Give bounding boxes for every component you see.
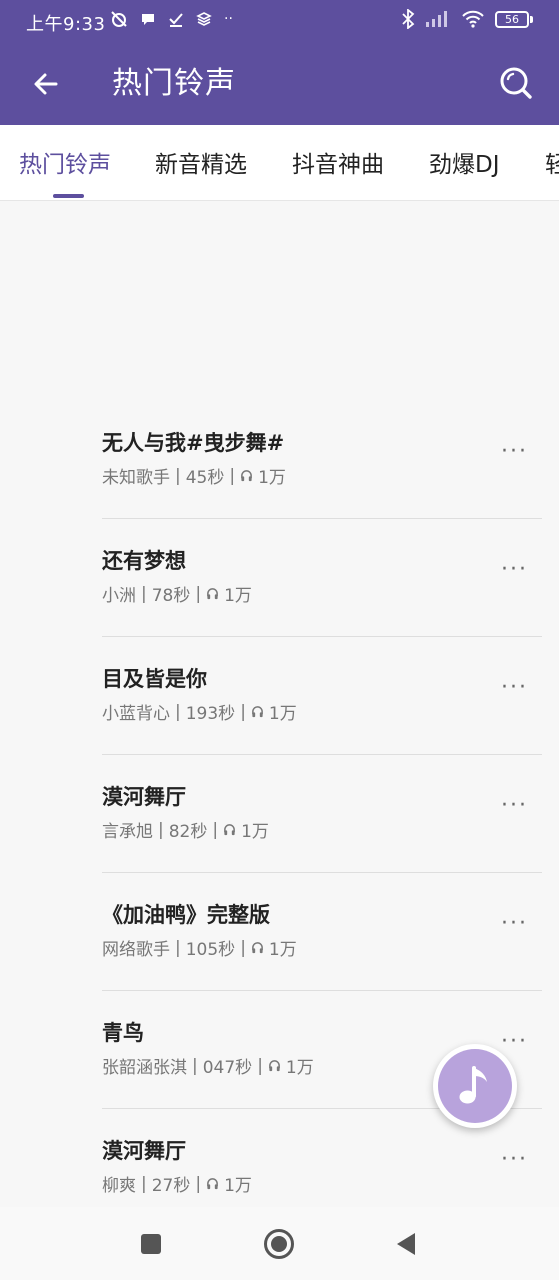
ringtone-title: 目及皆是你 [102,667,207,691]
list-item[interactable]: 漠河舞厅 言承旭 | 82秒 | 1万 ··· [102,755,542,873]
tab-light[interactable]: 轻 [545,145,559,179]
battery-level: 56 [495,10,529,28]
ringtone-meta: 未知歌手 | 45秒 | 1万 [102,463,286,489]
tab-douyin[interactable]: 抖音神曲 [292,145,384,179]
ringtone-meta: 网络歌手 | 105秒 | 1万 [102,935,297,961]
ringtone-duration: 78秒 [151,586,191,606]
list-item[interactable]: 目及皆是你 小蓝背心 | 193秒 | 1万 ··· [102,637,542,755]
system-back-button[interactable] [389,1227,423,1261]
ringtone-duration: 45秒 [185,468,225,488]
headphone-icon [252,706,263,718]
category-tabs: 热门铃声 新音精选 抖音神曲 劲爆DJ 轻 [0,125,559,201]
app-toolbar: 热门铃声 [0,44,559,125]
headphone-icon [252,942,263,954]
ringtone-title: 青鸟 [102,1021,144,1045]
tab-dj[interactable]: 劲爆DJ [429,145,500,179]
ringtone-title: 《加油鸭》完整版 [102,903,270,927]
ringtone-title: 还有梦想 [102,549,186,573]
more-options-button[interactable]: ··· [501,793,528,818]
more-options-button[interactable]: ··· [501,557,528,582]
ringtone-plays: 1万 [224,586,252,606]
music-player-button[interactable] [433,1044,517,1128]
ringtone-plays: 1万 [285,1058,314,1078]
ringtone-duration: 047秒 [202,1058,253,1078]
home-button[interactable] [262,1227,296,1261]
headphone-icon [207,588,218,600]
ringtone-artist: 柳爽 [102,1176,136,1196]
signal-icon [426,11,447,27]
list-item[interactable]: 《加油鸭》完整版 网络歌手 | 105秒 | 1万 ··· [102,873,542,991]
ringtone-artist: 未知歌手 [102,468,170,488]
ringtone-meta: 小蓝背心 | 193秒 | 1万 [102,699,297,725]
recents-square-icon [141,1234,161,1254]
check-icon [169,13,183,27]
search-icon [500,67,532,99]
battery-icon: 56 [495,10,533,28]
list-item[interactable]: 还有梦想 小洲 | 78秒 | 1万 ··· [102,519,542,637]
more-options-button[interactable]: ··· [501,1147,528,1172]
arrow-left-icon [34,73,58,95]
ringtone-plays: 1万 [241,822,269,842]
tab-hot[interactable]: 热门铃声 [19,145,111,179]
search-button[interactable] [493,60,539,106]
ringtone-duration: 105秒 [185,940,236,960]
ringtone-meta: 言承旭 | 82秒 | 1万 [102,817,269,843]
status-time: 上午9:33 [26,14,106,35]
ringtone-title: 漠河舞厅 [102,785,186,809]
ringtone-artist: 小蓝背心 [102,704,170,724]
more-dots-icon: ·· [224,11,233,27]
ringtone-meta: 小洲 | 78秒 | 1万 [102,581,252,607]
back-button[interactable] [24,62,68,106]
more-options-button[interactable]: ··· [501,439,528,464]
ringtone-artist: 小洲 [102,586,136,606]
tab-new[interactable]: 新音精选 [155,145,247,179]
back-triangle-icon [397,1233,415,1255]
page-title: 热门铃声 [112,66,236,101]
ringtone-duration: 193秒 [185,704,236,724]
ringtone-duration: 27秒 [151,1176,191,1196]
status-notification-icons: ·· [110,10,233,28]
more-options-button[interactable]: ··· [501,1029,528,1054]
headphone-icon [207,1178,218,1190]
ringtone-title: 漠河舞厅 [102,1139,186,1163]
ringtone-plays: 1万 [258,468,286,488]
headphone-icon [269,1060,280,1072]
list-item[interactable]: 无人与我#曳步舞# 未知歌手 | 45秒 | 1万 ··· [102,401,542,519]
more-options-button[interactable]: ··· [501,911,528,936]
music-note-icon [459,1066,487,1104]
headphone-icon [224,824,235,836]
status-bar: 上午9:33 ·· 56 [0,0,559,44]
ringtone-title: 无人与我#曳步舞# [102,431,285,455]
ringtone-plays: 1万 [224,1176,252,1196]
ringtone-artist: 张韶涵张淇 [102,1058,187,1078]
bluetooth-icon [402,9,415,29]
ringtone-artist: 网络歌手 [102,940,170,960]
ringtone-artist: 言承旭 [102,822,153,842]
ringtone-meta: 柳爽 | 27秒 | 1万 [102,1171,252,1197]
ringtone-plays: 1万 [268,940,297,960]
headphone-icon [241,470,252,482]
chat-bubble-icon [142,14,154,25]
more-options-button[interactable]: ··· [501,675,528,700]
tab-indicator [53,194,84,198]
system-nav-bar [0,1207,559,1280]
ringtone-plays: 1万 [268,704,297,724]
home-circle-icon [264,1229,294,1259]
layers-icon [196,12,212,26]
ringtone-duration: 82秒 [168,822,208,842]
wifi-icon [462,10,484,28]
recents-button[interactable] [134,1227,168,1261]
muted-alarm-icon [111,11,127,27]
status-system-icons: 56 [401,9,533,29]
ringtone-meta: 张韶涵张淇 | 047秒 | 1万 [102,1053,314,1079]
